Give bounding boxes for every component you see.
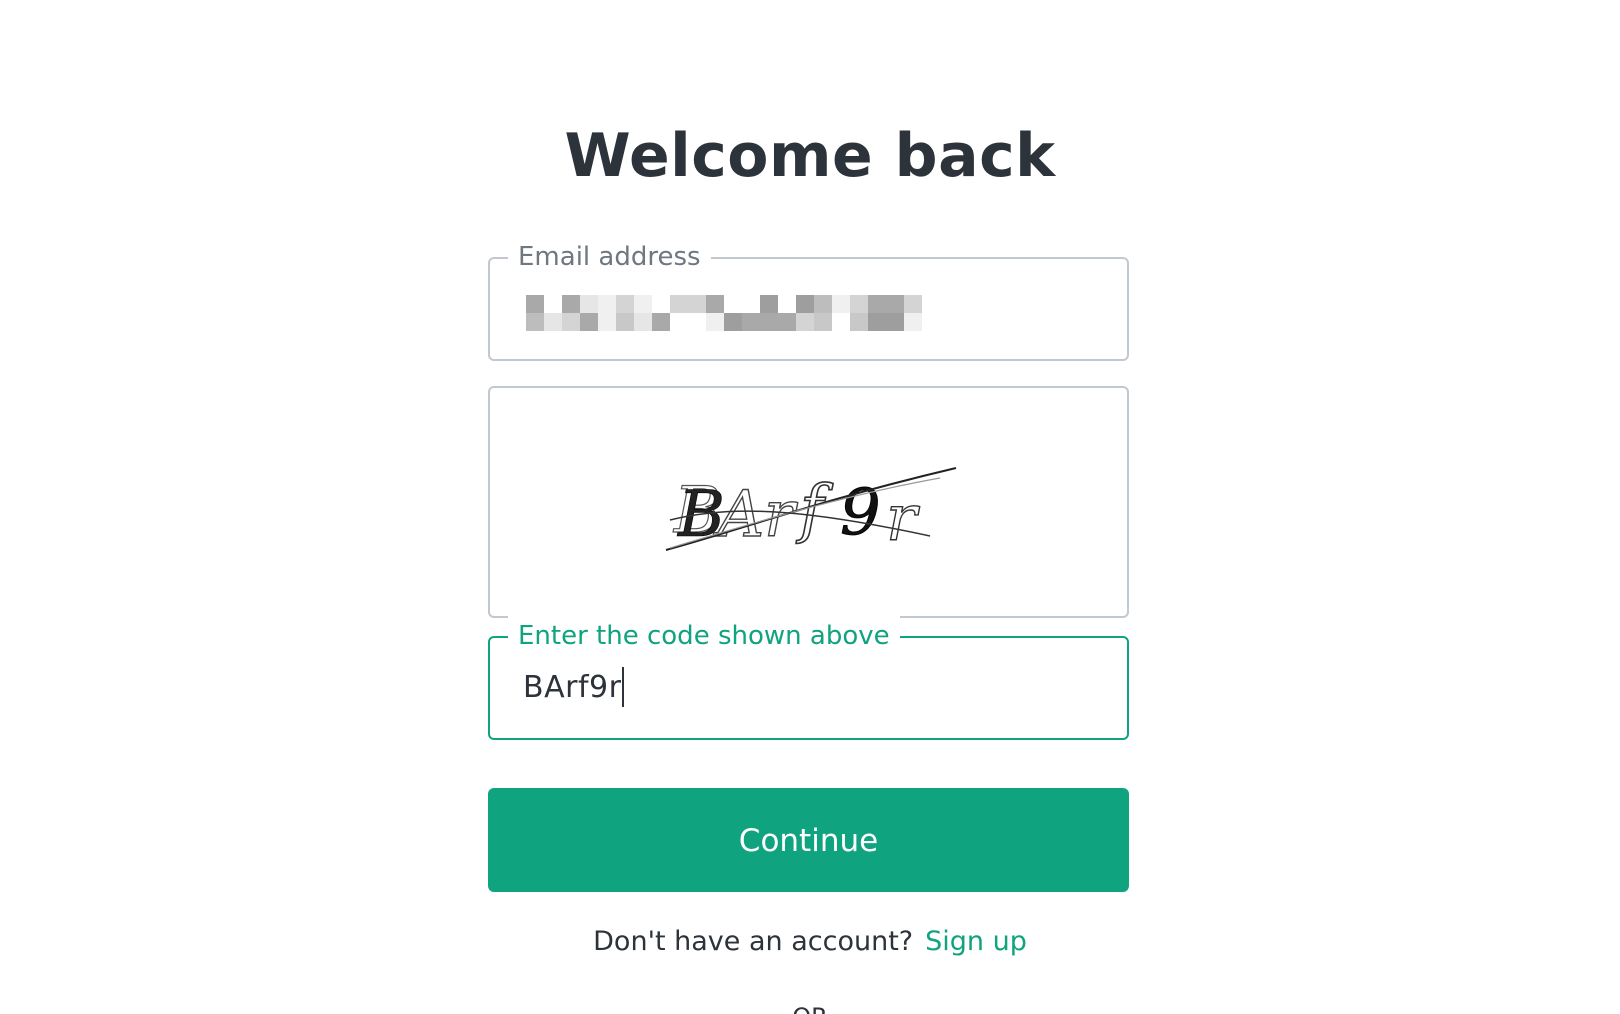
mosaic-block <box>868 313 886 331</box>
mosaic-block <box>796 295 814 313</box>
mosaic-block <box>814 313 832 331</box>
mosaic-block <box>904 295 922 313</box>
captcha-image: B B A r f 9 r <box>665 467 957 557</box>
mosaic-block <box>526 295 544 313</box>
signup-link[interactable]: Sign up <box>925 926 1027 957</box>
mosaic-block <box>706 295 724 313</box>
mosaic-block <box>634 313 652 331</box>
mosaic-block <box>760 295 778 313</box>
mosaic-block <box>634 295 652 313</box>
mosaic-block <box>850 295 868 313</box>
captcha-glyph: 9 <box>840 476 881 550</box>
captcha-code-input[interactable]: BArf9r <box>523 666 625 710</box>
mosaic-block <box>886 295 904 313</box>
mosaic-block <box>904 313 922 331</box>
signup-prompt: Don't have an account? <box>593 926 914 957</box>
login-page: Welcome back Email address B B A r f 9 r… <box>0 0 1620 1014</box>
mosaic-block <box>652 313 670 331</box>
captcha-code-label: Enter the code shown above <box>508 616 900 656</box>
captcha-code-field[interactable]: Enter the code shown above BArf9r <box>488 616 1129 740</box>
mosaic-block <box>742 313 760 331</box>
mosaic-block <box>832 295 850 313</box>
mosaic-block <box>598 295 616 313</box>
mosaic-block <box>760 313 778 331</box>
mosaic-block <box>850 313 868 331</box>
mosaic-block <box>598 313 616 331</box>
mosaic-block <box>616 295 634 313</box>
mosaic-block <box>616 313 634 331</box>
signup-row: Don't have an account? Sign up <box>0 922 1620 962</box>
email-field-label: Email address <box>508 237 711 277</box>
captcha-code-value: BArf9r <box>523 670 622 705</box>
mosaic-block <box>688 295 706 313</box>
mosaic-block <box>706 313 724 331</box>
obscured-email-value <box>526 289 926 335</box>
captcha-glyph: r <box>886 482 920 556</box>
mosaic-block <box>724 313 742 331</box>
mosaic-block <box>886 313 904 331</box>
mosaic-block <box>796 313 814 331</box>
mosaic-block <box>562 295 580 313</box>
mosaic-block <box>814 295 832 313</box>
captcha-glyph: A <box>713 478 764 552</box>
continue-button[interactable]: Continue <box>488 788 1129 892</box>
page-title: Welcome back <box>564 121 1056 191</box>
mosaic-block <box>868 295 886 313</box>
mosaic-block <box>526 313 544 331</box>
mosaic-block <box>562 313 580 331</box>
text-caret <box>622 667 625 707</box>
mosaic-block <box>670 295 688 313</box>
or-divider: OR <box>0 1002 1620 1014</box>
mosaic-block <box>544 313 562 331</box>
mosaic-block <box>580 295 598 313</box>
mosaic-block <box>778 313 796 331</box>
email-field[interactable]: Email address <box>488 237 1129 361</box>
mosaic-block <box>580 313 598 331</box>
captcha-box: B B A r f 9 r <box>488 386 1129 618</box>
